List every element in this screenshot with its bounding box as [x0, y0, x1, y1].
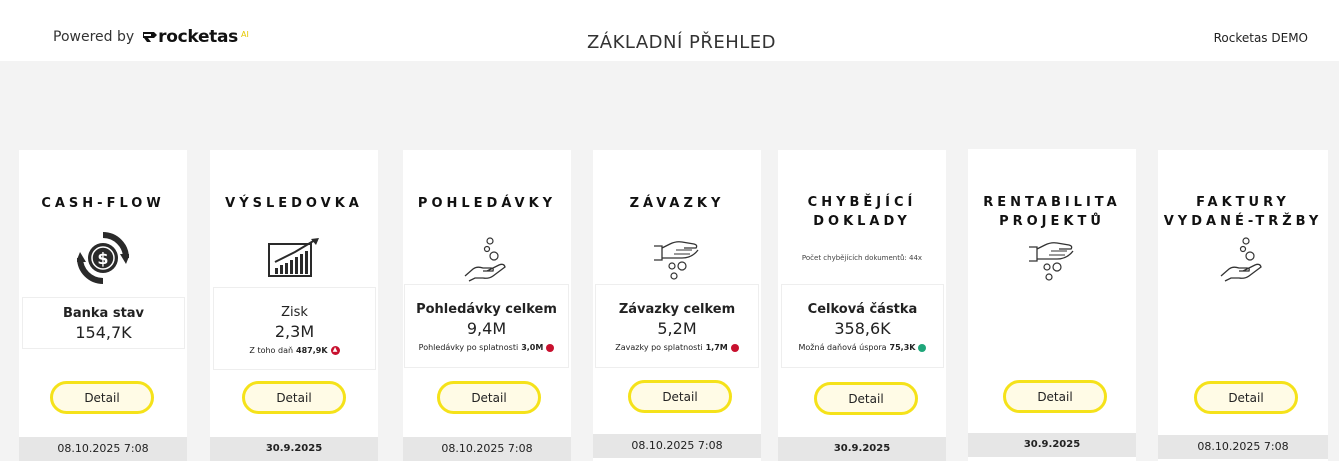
kpi-label: Závazky celkem: [618, 302, 736, 317]
kpi-value: 358,6K: [834, 319, 891, 338]
kpi-sub-label: Pohledávky po splatnosti: [418, 343, 519, 352]
kpi-sub-label: Zavazky po splatnosti: [615, 343, 703, 352]
kpi-sub-label: Možná daňová úspora: [798, 343, 887, 352]
card-cash-flow: CASH-FLOW $ Banka stav 154,7K Detail 08.…: [19, 150, 187, 461]
kpi-sub-value: 487,9K: [296, 346, 328, 355]
detail-button[interactable]: Detail: [1194, 381, 1298, 414]
kpi-panel: Banka stav 154,7K: [22, 297, 185, 349]
kpi-label: Zisk: [281, 305, 308, 320]
top-bar: Powered by rocketas AI ZÁKLADNÍ PŘEHLED …: [0, 0, 1339, 61]
detail-button[interactable]: Detail: [242, 381, 346, 414]
kpi-value: 9,4M: [466, 319, 507, 338]
last-update-date: 08.10.2025 7:08: [403, 437, 571, 461]
kpi-sub-value: 3,0M: [521, 343, 544, 352]
kpi-sub-value: 75,3K: [889, 343, 916, 352]
svg-text:$: $: [97, 249, 108, 268]
kpi-sub: Pohledávky po splatnosti 3,0M: [405, 343, 568, 352]
detail-button[interactable]: Detail: [50, 381, 154, 414]
card-title-line: POHLEDÁVKY: [417, 196, 557, 211]
giving-coins-icon: [654, 241, 699, 280]
trend-up-icon: ▲: [330, 346, 340, 355]
card-title-line: VYDANÉ-TRŽBY: [1163, 214, 1323, 229]
kpi-sub-label: Z toho daň: [249, 346, 294, 355]
detail-button[interactable]: Detail: [1003, 380, 1107, 413]
last-update-date: 08.10.2025 7:08: [593, 434, 761, 458]
growth-chart-icon: [268, 238, 319, 277]
card-title: POHLEDÁVKY: [403, 194, 571, 213]
dollar-cycle-icon: $: [77, 232, 129, 284]
kpi-value: 2,3M: [274, 322, 315, 341]
page-title: ZÁKLADNÍ PŘEHLED: [586, 32, 777, 53]
card-title: CHYBĚJÍCÍ DOKLADY: [778, 193, 946, 231]
kpi-sub-value: 1,7M: [705, 343, 728, 352]
kpi-panel: Závazky celkem 5,2M Zavazky po splatnost…: [595, 284, 759, 368]
card-title-line: CHYBĚJÍCÍ: [807, 195, 917, 210]
detail-button[interactable]: Detail: [437, 381, 541, 414]
card-chybejici-doklady: CHYBĚJÍCÍ DOKLADY Počet chybějících doku…: [778, 150, 946, 461]
card-title: CASH-FLOW: [19, 194, 187, 213]
kpi-label: Pohledávky celkem: [416, 302, 557, 317]
kpi-panel: Pohledávky celkem 9,4M Pohledávky po spl…: [404, 284, 569, 368]
card-title: ZÁVAZKY: [593, 194, 761, 213]
kpi-sub: Možná daňová úspora 75,3K: [782, 343, 943, 352]
card-faktury-vydane-trzby: FAKTURY VYDANÉ-TRŽBY Detail 08.10.2025 7…: [1158, 150, 1328, 461]
last-update-date: 08.10.2025 7:08: [19, 437, 187, 461]
kpi-label: Banka stav: [62, 306, 145, 321]
card-title-line: RENTABILITA: [983, 195, 1121, 210]
card-rentabilita-projektu: RENTABILITA PROJEKTŮ Detail 30.9.2025: [968, 149, 1136, 461]
status-red-dot-icon: [730, 343, 739, 352]
receiving-coins-icon: [464, 237, 506, 282]
card-vysledovka: VÝSLEDOVKA Zisk 2,3M Z toho daň 487,9K ▲…: [210, 150, 378, 461]
card-title-line: DOKLADY: [813, 214, 911, 229]
kpi-value: 154,7K: [75, 323, 132, 342]
kpi-panel: Celková částka 358,6K Možná daňová úspor…: [781, 284, 944, 368]
last-update-date: 30.9.2025: [778, 437, 946, 461]
status-green-dot-icon: [918, 343, 927, 352]
receiving-coins-icon: [1220, 237, 1262, 282]
card-title: FAKTURY VYDANÉ-TRŽBY: [1158, 193, 1328, 231]
card-title-line: FAKTURY: [1196, 195, 1290, 210]
kpi-panel: Zisk 2,3M Z toho daň 487,9K ▲: [213, 287, 376, 370]
card-title-line: VÝSLEDOVKA: [225, 196, 363, 211]
giving-coins-icon: [1029, 242, 1074, 281]
missing-documents-count: Počet chybějících dokumentů: 44x: [801, 254, 923, 262]
card-title: VÝSLEDOVKA: [210, 194, 378, 213]
kpi-label: Celková částka: [807, 302, 918, 317]
kpi-sub: Z toho daň 487,9K ▲: [214, 346, 375, 355]
card-title: RENTABILITA PROJEKTŮ: [968, 193, 1136, 231]
card-title-line: PROJEKTŮ: [999, 214, 1105, 229]
detail-button[interactable]: Detail: [628, 380, 732, 413]
status-red-dot-icon: [546, 343, 555, 352]
card-title-line: ZÁVAZKY: [629, 196, 725, 211]
dashboard-area: CASH-FLOW $ Banka stav 154,7K Detail 08.…: [0, 61, 1339, 461]
kpi-sub: Zavazky po splatnosti 1,7M: [596, 343, 758, 352]
card-zavazky: ZÁVAZKY Závazky celkem 5,2M Zavazky po s…: [593, 150, 761, 461]
card-title-line: CASH-FLOW: [41, 196, 165, 211]
last-update-date: 08.10.2025 7:08: [1158, 435, 1328, 459]
company-name: Rocketas DEMO: [1213, 31, 1308, 45]
kpi-value: 5,2M: [657, 319, 697, 338]
last-update-date: 30.9.2025: [968, 433, 1136, 457]
detail-button[interactable]: Detail: [814, 382, 918, 415]
last-update-date: 30.9.2025: [210, 437, 378, 461]
card-pohledavky: POHLEDÁVKY Pohledávky celkem 9,4M Pohled…: [403, 150, 571, 461]
